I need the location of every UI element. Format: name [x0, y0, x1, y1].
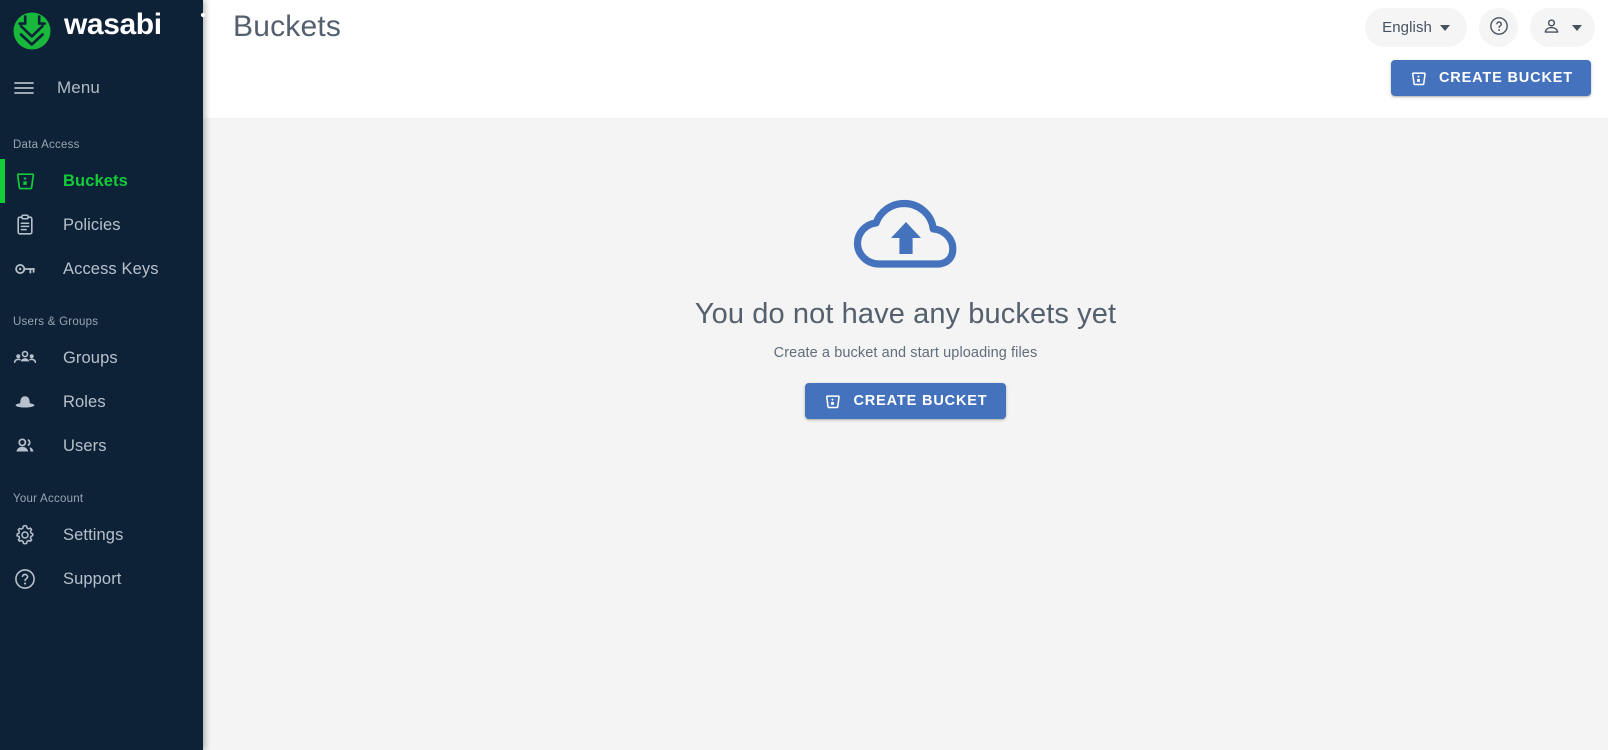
- menu-label: Menu: [57, 78, 100, 97]
- sidebar-item-users[interactable]: Users: [0, 424, 203, 468]
- question-circle-icon: [1488, 15, 1510, 40]
- clipboard-icon: [13, 213, 37, 237]
- brand[interactable]: wasabi: [0, 0, 206, 62]
- page-title: Buckets: [233, 10, 342, 43]
- sidebar-item-label: Buckets: [63, 171, 128, 190]
- empty-state: You do not have any buckets yet Create a…: [203, 194, 1608, 419]
- empty-state-subtitle: Create a bucket and start uploading file…: [773, 345, 1038, 361]
- sidebar-item-label: Users: [63, 436, 107, 455]
- cloud-upload-icon: [851, 194, 961, 276]
- svg-text:wasabi: wasabi: [64, 8, 162, 41]
- sidebar-section-your-account: Your Account: [13, 492, 84, 505]
- app-root: wasabi Menu Data Access Buckets Policies…: [0, 0, 1608, 750]
- sidebar-item-label: Policies: [63, 215, 121, 234]
- sidebar-item-label: Settings: [63, 525, 124, 544]
- sidebar-item-policies[interactable]: Policies: [0, 203, 203, 247]
- key-icon: [13, 257, 37, 281]
- hamburger-icon: [12, 76, 36, 100]
- sidebar-section-data-access: Data Access: [13, 138, 80, 151]
- create-bucket-button-empty-state[interactable]: CREATE BUCKET: [805, 383, 1006, 419]
- bucket-icon: [13, 169, 37, 193]
- hat-icon: [13, 390, 37, 414]
- person-icon: [1541, 16, 1562, 40]
- sidebar: wasabi Menu Data Access Buckets Policies…: [0, 0, 206, 750]
- sidebar-item-label: Groups: [63, 348, 118, 367]
- main-area: Buckets English CREATE BUCKET You do not…: [203, 0, 1608, 750]
- chevron-down-icon: [1572, 24, 1582, 31]
- sidebar-item-label: Access Keys: [63, 259, 159, 278]
- empty-state-title: You do not have any buckets yet: [694, 298, 1117, 330]
- help-button[interactable]: [1479, 8, 1518, 47]
- account-menu[interactable]: [1530, 8, 1595, 47]
- wasabi-logo-icon: [9, 8, 55, 54]
- gear-icon: [13, 523, 37, 547]
- sidebar-item-buckets[interactable]: Buckets: [0, 159, 203, 203]
- bucket-icon: [823, 392, 842, 411]
- create-bucket-label: CREATE BUCKET: [853, 393, 988, 409]
- content-area: You do not have any buckets yet Create a…: [203, 118, 1608, 750]
- bucket-icon: [1409, 69, 1428, 88]
- header-controls: English: [1365, 8, 1595, 47]
- person-pair-icon: [13, 434, 37, 458]
- sidebar-item-label: Support: [63, 569, 122, 588]
- language-selector[interactable]: English: [1365, 8, 1467, 47]
- language-label: English: [1382, 19, 1432, 36]
- top-bar: Buckets English CREATE BUCKET: [203, 0, 1608, 118]
- question-mark-icon: [13, 567, 37, 591]
- sidebar-item-support[interactable]: Support: [0, 557, 203, 601]
- create-bucket-label: CREATE BUCKET: [1438, 70, 1573, 86]
- brand-wordmark: wasabi: [64, 8, 212, 54]
- create-bucket-button-header[interactable]: CREATE BUCKET: [1390, 60, 1591, 96]
- sidebar-item-groups[interactable]: Groups: [0, 336, 203, 380]
- sidebar-item-access-keys[interactable]: Access Keys: [0, 247, 203, 291]
- sidebar-item-roles[interactable]: Roles: [0, 380, 203, 424]
- sidebar-section-users-groups: Users & Groups: [13, 315, 99, 328]
- sidebar-item-label: Roles: [63, 392, 106, 411]
- sidebar-item-settings[interactable]: Settings: [0, 513, 203, 557]
- chevron-down-icon: [1440, 24, 1450, 31]
- group-people-icon: [13, 346, 37, 370]
- menu-toggle[interactable]: Menu: [0, 62, 203, 114]
